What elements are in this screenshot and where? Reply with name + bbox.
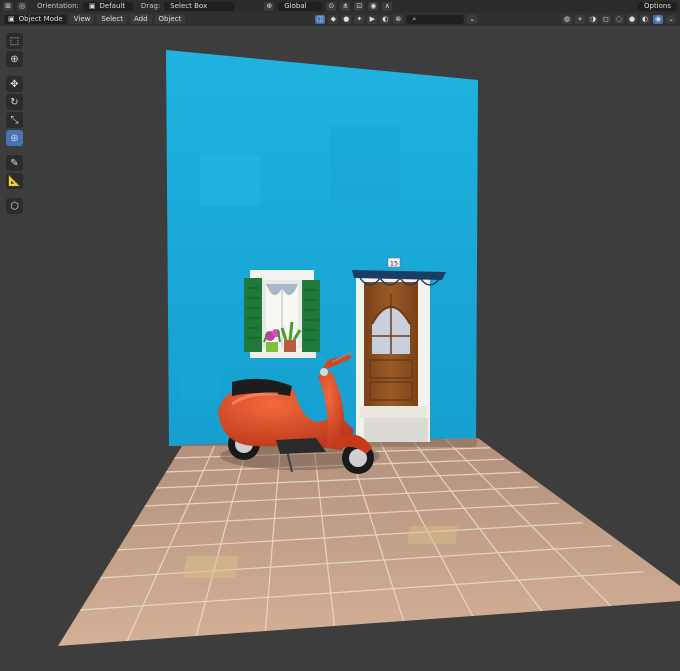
orientation-label: Orientation: <box>37 2 79 10</box>
filter-empty-icon[interactable]: ⊗ <box>393 14 404 24</box>
move-tool-icon[interactable]: ✥ <box>6 76 23 92</box>
transform-space-icon[interactable]: ⊕ <box>264 1 275 11</box>
filter-material-icon[interactable]: ● <box>341 14 352 24</box>
falloff-icon[interactable]: ∧ <box>382 1 393 11</box>
select-box-tool-icon[interactable]: ⬚ <box>6 33 23 49</box>
shading-options-icon[interactable]: ⌄ <box>666 14 676 24</box>
shading-solid-icon[interactable]: ● <box>627 14 637 24</box>
cursor-tool-icon[interactable]: ⊕ <box>6 51 23 67</box>
mode-icon: ▣ <box>8 14 15 23</box>
add-menu[interactable]: Add <box>129 14 152 24</box>
transform-space-value: Global <box>284 1 307 10</box>
viewport-search-input[interactable]: ⌕ <box>406 14 465 24</box>
snap-icon[interactable]: ⋔ <box>340 1 351 11</box>
filter-camera-icon[interactable]: ▶ <box>367 14 378 24</box>
mode-dropdown[interactable]: ▣ Object Mode <box>4 14 67 24</box>
transform-tool-icon[interactable]: ⊛ <box>6 130 23 146</box>
shading-material-icon[interactable]: ◐ <box>640 14 650 24</box>
gizmo-icon[interactable]: ⋄ <box>575 14 585 24</box>
top-header-bar: ⊞ ◎ Orientation: ▣ Default Drag: Select B… <box>0 0 680 12</box>
overlays-icon[interactable]: ◑ <box>588 14 598 24</box>
add-cube-tool-icon[interactable]: ⬡ <box>6 198 23 214</box>
orientation-dropdown[interactable]: ▣ Default <box>82 1 133 11</box>
right-shutter <box>302 280 320 352</box>
drag-value: Select Box <box>170 1 208 10</box>
visibility-icon[interactable]: ◍ <box>562 14 572 24</box>
pivot-point-icon[interactable]: ⊙ <box>326 1 337 11</box>
view-menu[interactable]: View <box>69 14 95 24</box>
window[interactable] <box>244 270 320 358</box>
filter-light-icon[interactable]: ✦ <box>354 14 365 24</box>
filter-world-icon[interactable]: ◐ <box>380 14 391 24</box>
left-shutter <box>244 278 262 352</box>
measure-tool-icon[interactable]: 📐 <box>6 173 23 189</box>
annotate-tool-icon[interactable]: ✎ <box>6 155 23 171</box>
house-number: 15 <box>390 260 398 268</box>
drag-label: Drag: <box>140 2 161 10</box>
transform-space-dropdown[interactable]: Global <box>278 1 323 11</box>
shading-wireframe-icon[interactable]: ◌ <box>614 14 624 24</box>
xray-icon[interactable]: ◻ <box>601 14 611 24</box>
viewport-header: ▣ Object Mode View Select Add Object ◫ ◆ … <box>0 12 680 26</box>
rotate-tool-icon[interactable]: ↻ <box>6 94 23 110</box>
tool-shelf: ⬚ ⊕ ✥ ↻ ⤡ ⊛ ✎ 📐 ⬡ <box>6 33 23 214</box>
scale-tool-icon[interactable]: ⤡ <box>6 112 23 128</box>
proportional-editing-icon[interactable]: ◉ <box>368 1 379 11</box>
drag-dropdown[interactable]: Select Box <box>164 1 235 11</box>
snap-target-icon[interactable]: ⊡ <box>354 1 365 11</box>
orientation-value: Default <box>99 1 126 10</box>
search-icon: ⌕ <box>412 14 417 23</box>
object-menu[interactable]: Object <box>154 14 186 24</box>
select-menu[interactable]: Select <box>97 14 127 24</box>
shading-rendered-icon[interactable]: ◉ <box>653 14 663 24</box>
viewport-canvas[interactable]: 15 <box>0 26 680 671</box>
options-label: Options <box>643 1 671 10</box>
options-dropdown[interactable]: Options <box>637 1 677 11</box>
editor-type-icon[interactable]: ⊞ <box>3 1 13 11</box>
filter-mesh-icon[interactable]: ◆ <box>328 14 339 24</box>
chevron-down-icon[interactable]: ⌄ <box>467 14 478 24</box>
selectability-icon[interactable]: ◫ <box>315 14 326 24</box>
mode-value: Object Mode <box>18 14 63 23</box>
object-mode-icon[interactable]: ◎ <box>17 1 27 11</box>
orientation-dropdown-icon: ▣ <box>88 1 96 10</box>
